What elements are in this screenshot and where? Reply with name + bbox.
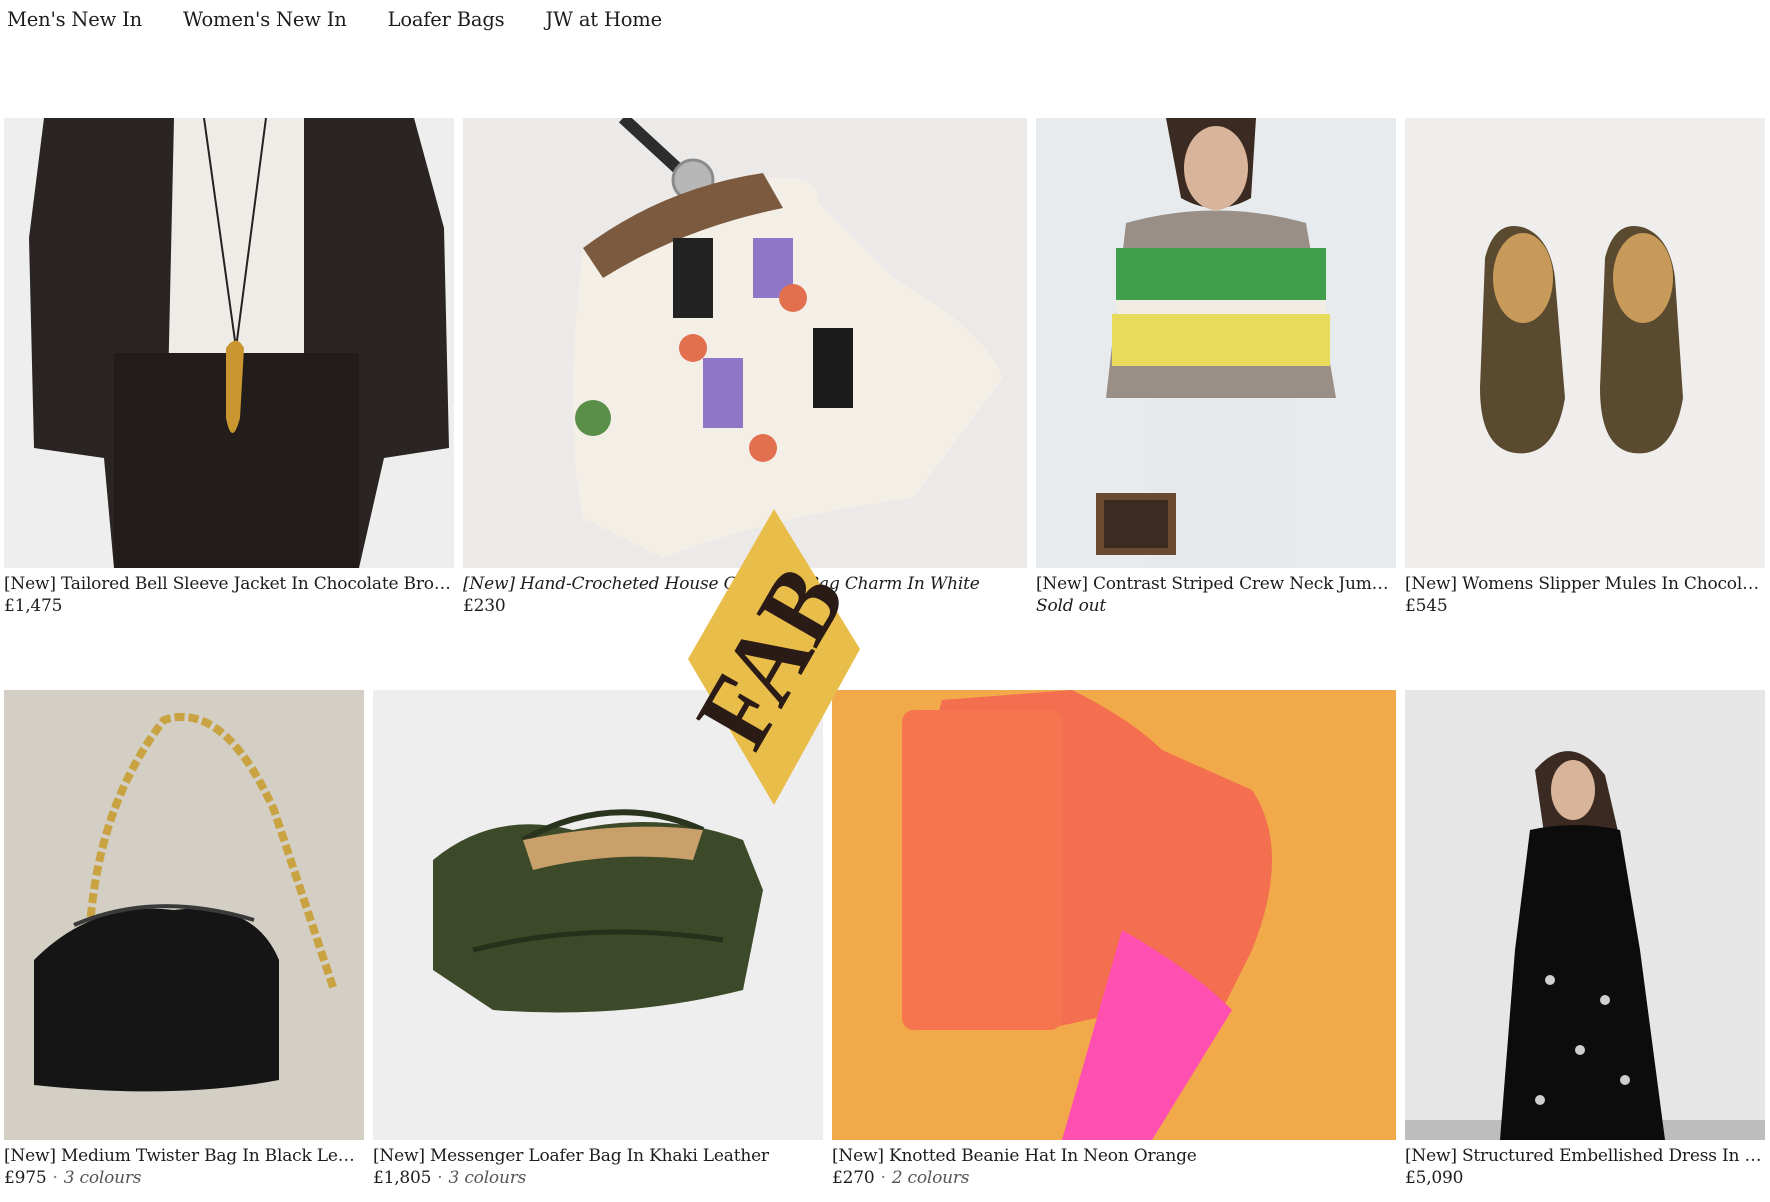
nav-jw-at-home[interactable]: JW at Home — [545, 8, 662, 36]
product-title[interactable]: [New] Structured Embellished Dress In Bl… — [1405, 1146, 1765, 1166]
product-image[interactable] — [832, 690, 1396, 1140]
product-title[interactable]: [New] Medium Twister Bag In Black Leathe… — [4, 1146, 364, 1166]
product-title[interactable]: [New] Tailored Bell Sleeve Jacket In Cho… — [4, 574, 454, 594]
colour-count[interactable]: 3 colours — [64, 1168, 142, 1188]
product-title[interactable]: [New] Messenger Loafer Bag In Khaki Leat… — [373, 1146, 823, 1166]
product-image[interactable] — [4, 118, 454, 568]
main-nav: Men's New In Women's New In Loafer Bags … — [7, 8, 703, 36]
product-image[interactable] — [1036, 118, 1396, 568]
nav-mens-new-in[interactable]: Men's New In — [7, 8, 142, 36]
fab-badge-shape: FAB — [674, 509, 867, 805]
fab-badge[interactable]: FAB — [674, 509, 867, 805]
colour-count[interactable]: 2 colours — [892, 1168, 970, 1188]
product-status: Sold out — [1036, 596, 1107, 616]
product-price: £1,475 — [4, 596, 63, 616]
product-price: £975 — [4, 1168, 47, 1188]
product-price-row: £270 · 2 colours — [832, 1168, 970, 1188]
product-price: £230 — [463, 596, 506, 616]
product-price: £1,805 — [373, 1168, 432, 1188]
nav-loafer-bags[interactable]: Loafer Bags — [388, 8, 505, 36]
product-image[interactable] — [463, 118, 1027, 568]
product-title[interactable]: [New] Womens Slipper Mules In Chocolate.… — [1405, 574, 1765, 594]
product-price-row: £975 · 3 colours — [4, 1168, 142, 1188]
separator-dot: · — [880, 1168, 886, 1188]
product-price: £5,090 — [1405, 1168, 1464, 1188]
colour-count[interactable]: 3 colours — [449, 1168, 527, 1188]
product-image[interactable] — [1405, 118, 1765, 568]
separator-dot: · — [52, 1168, 58, 1188]
product-price: £545 — [1405, 596, 1448, 616]
product-price-row: £1,805 · 3 colours — [373, 1168, 526, 1188]
nav-womens-new-in[interactable]: Women's New In — [183, 8, 347, 36]
product-title[interactable]: [New] Contrast Striped Crew Neck Jumper … — [1036, 574, 1396, 594]
product-price: £270 — [832, 1168, 875, 1188]
product-image[interactable] — [1405, 690, 1765, 1140]
separator-dot: · — [437, 1168, 443, 1188]
fab-badge-text: FAB — [688, 548, 860, 767]
product-title[interactable]: [New] Knotted Beanie Hat In Neon Orange — [832, 1146, 1396, 1166]
product-image[interactable] — [4, 690, 364, 1140]
